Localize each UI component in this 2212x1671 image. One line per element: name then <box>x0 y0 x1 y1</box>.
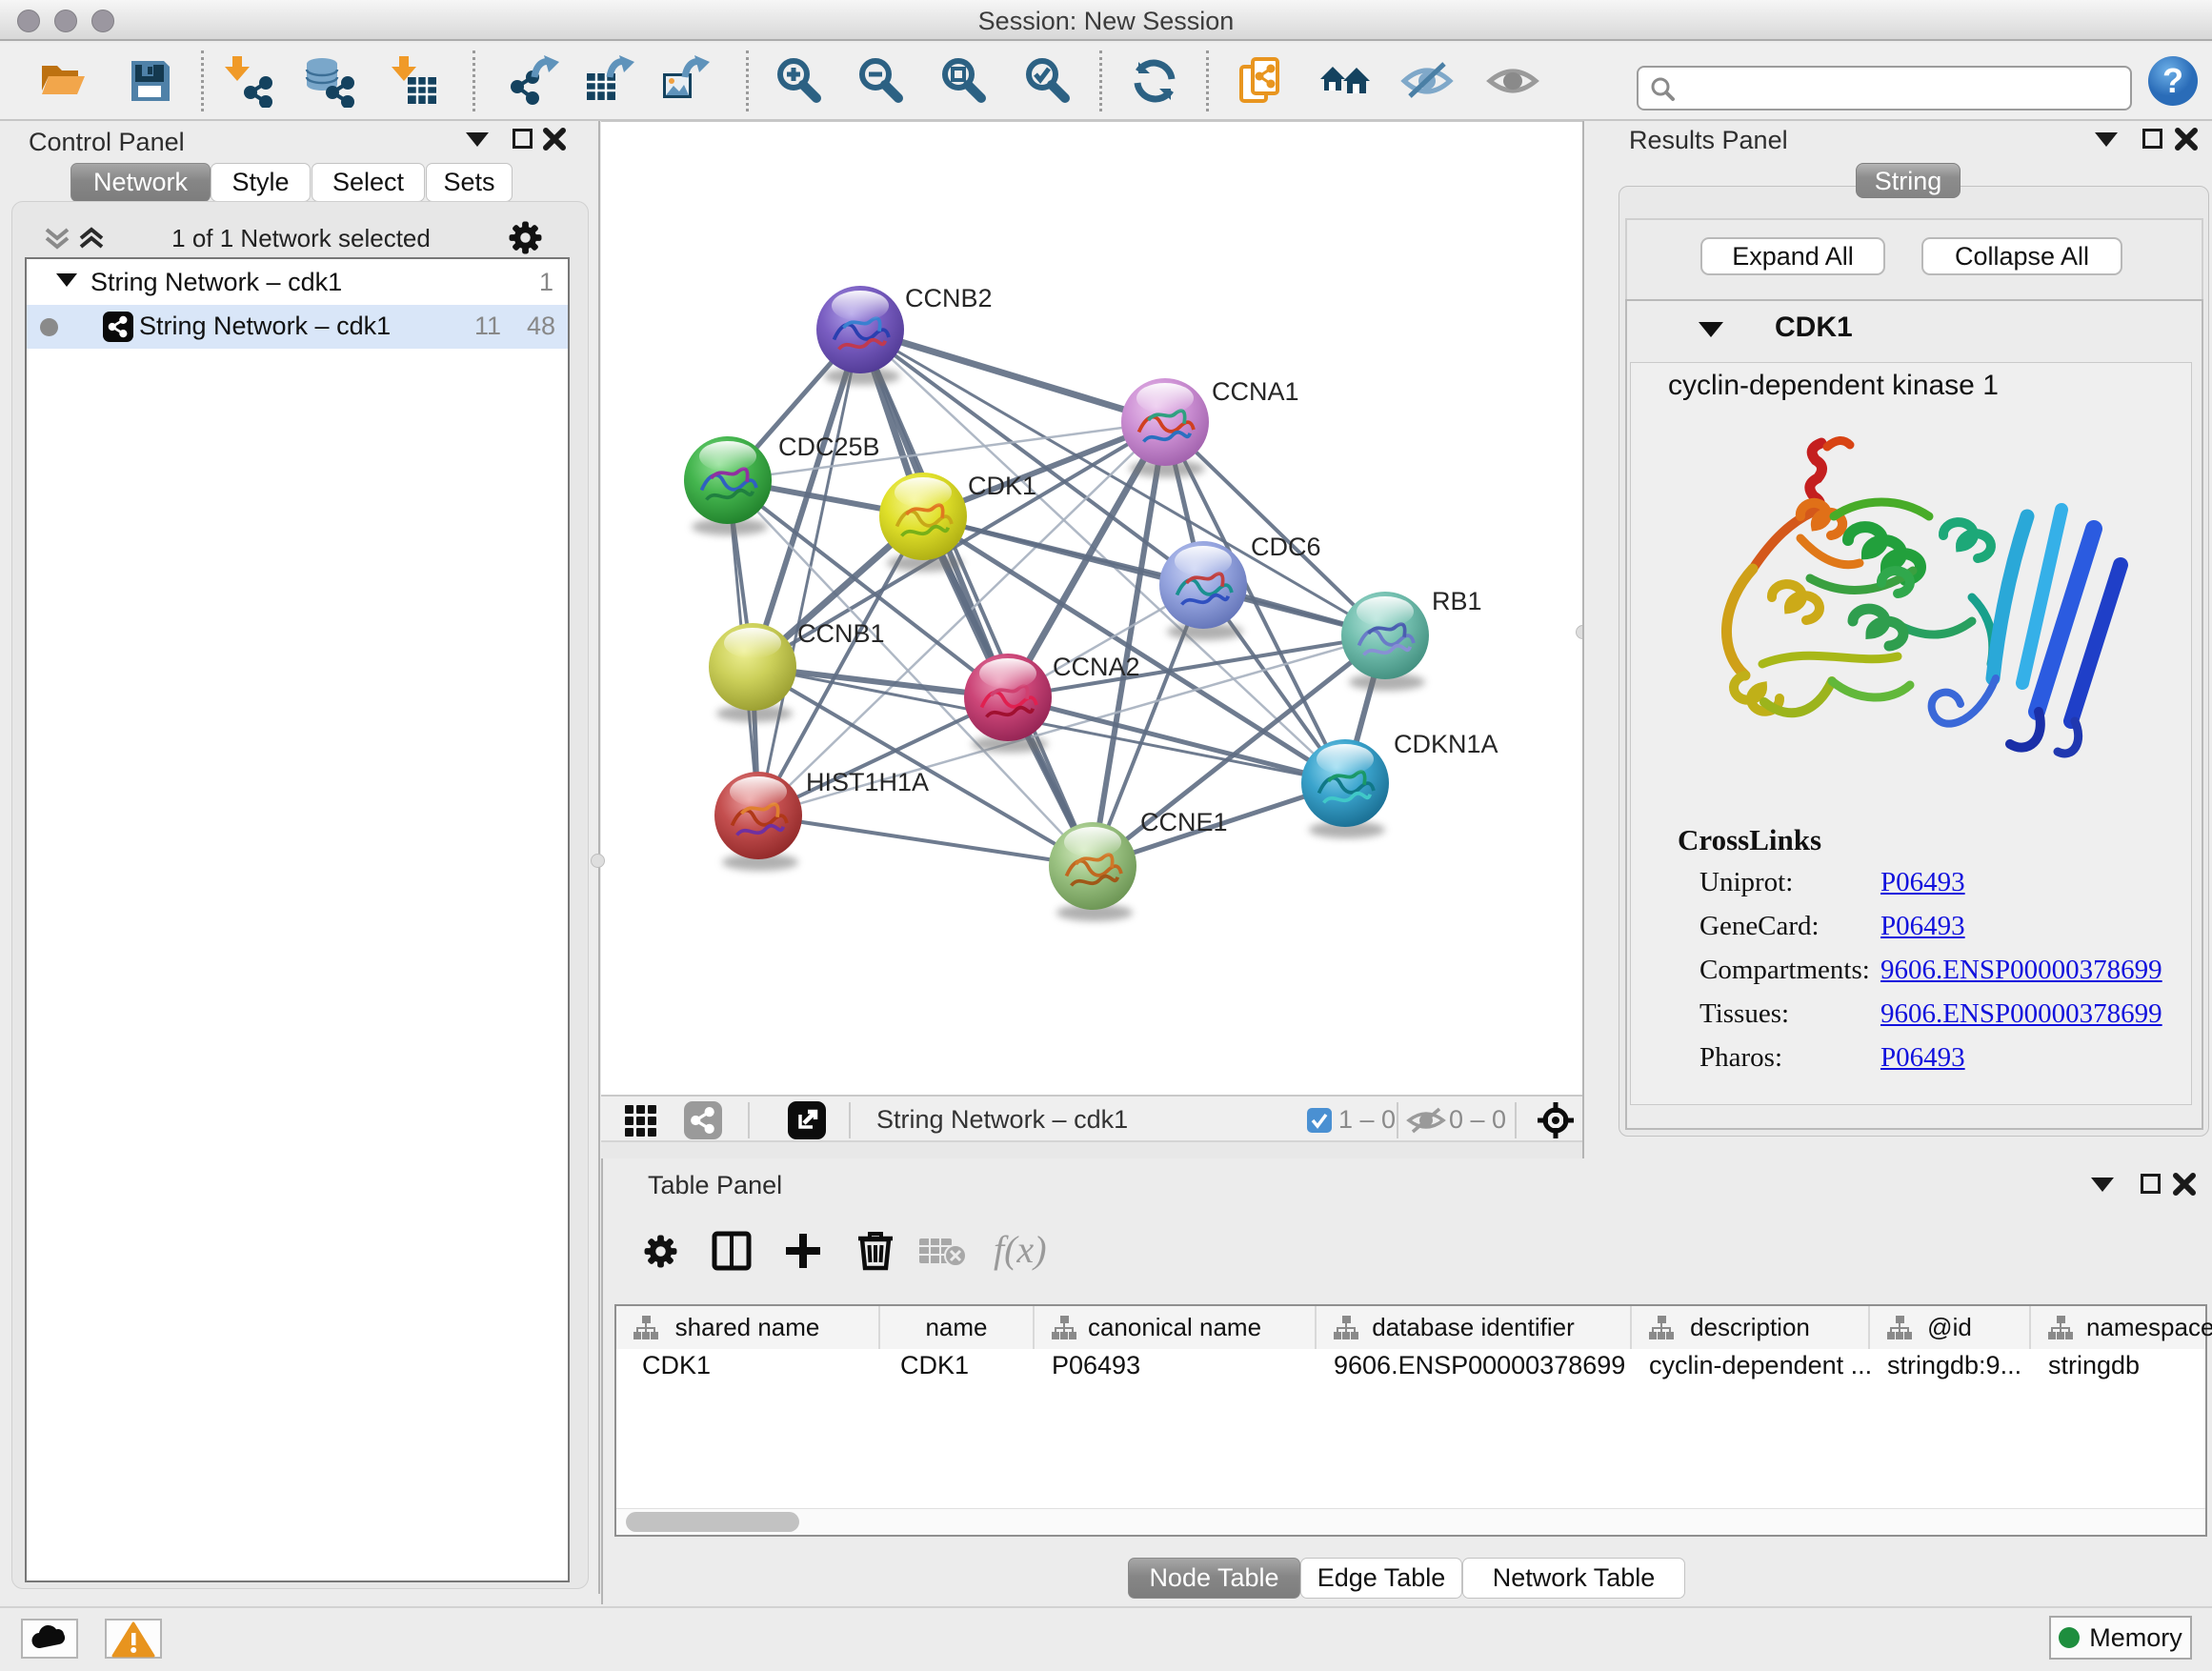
svg-text:HIST1H1A: HIST1H1A <box>806 768 929 796</box>
svg-text:CDC25B: CDC25B <box>778 433 880 461</box>
svg-text:CCNB2: CCNB2 <box>905 284 993 312</box>
svg-text:CDK1: CDK1 <box>968 472 1036 500</box>
svg-text:RB1: RB1 <box>1432 587 1482 615</box>
svg-text:CCNA1: CCNA1 <box>1212 377 1299 406</box>
svg-text:CCNB1: CCNB1 <box>797 619 885 648</box>
svg-text:CCNA2: CCNA2 <box>1053 653 1140 681</box>
svg-text:CDKN1A: CDKN1A <box>1394 730 1498 758</box>
svg-text:CDC6: CDC6 <box>1251 533 1321 561</box>
svg-text:CCNE1: CCNE1 <box>1140 808 1228 836</box>
svg-text:?: ? <box>2162 61 2183 100</box>
